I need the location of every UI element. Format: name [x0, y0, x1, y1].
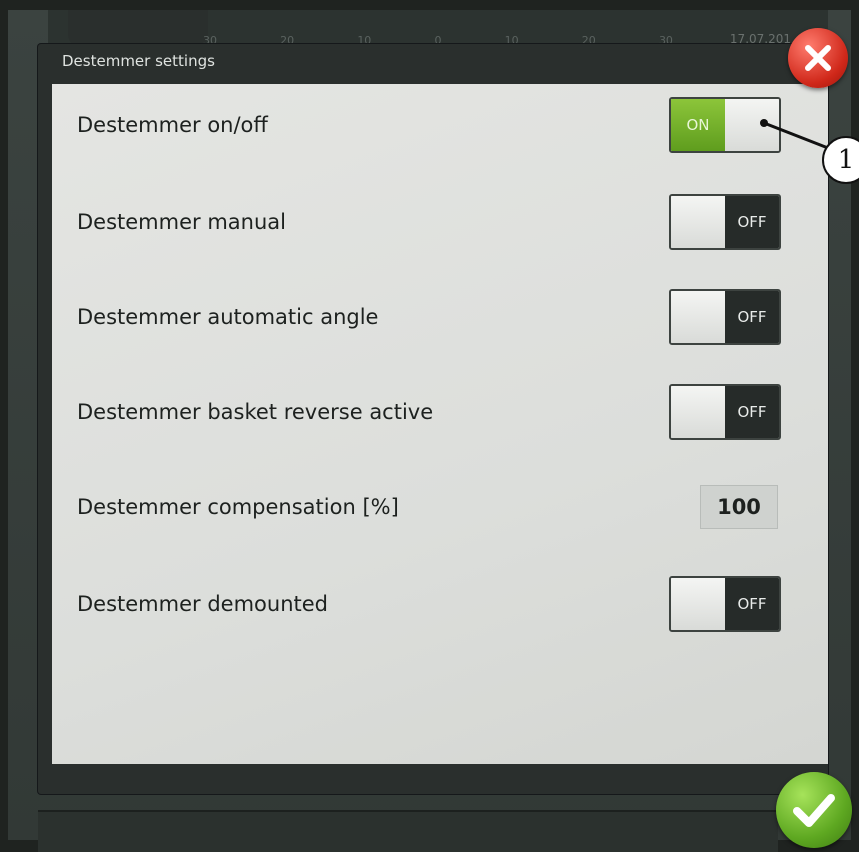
callout-leader-line [760, 119, 829, 150]
